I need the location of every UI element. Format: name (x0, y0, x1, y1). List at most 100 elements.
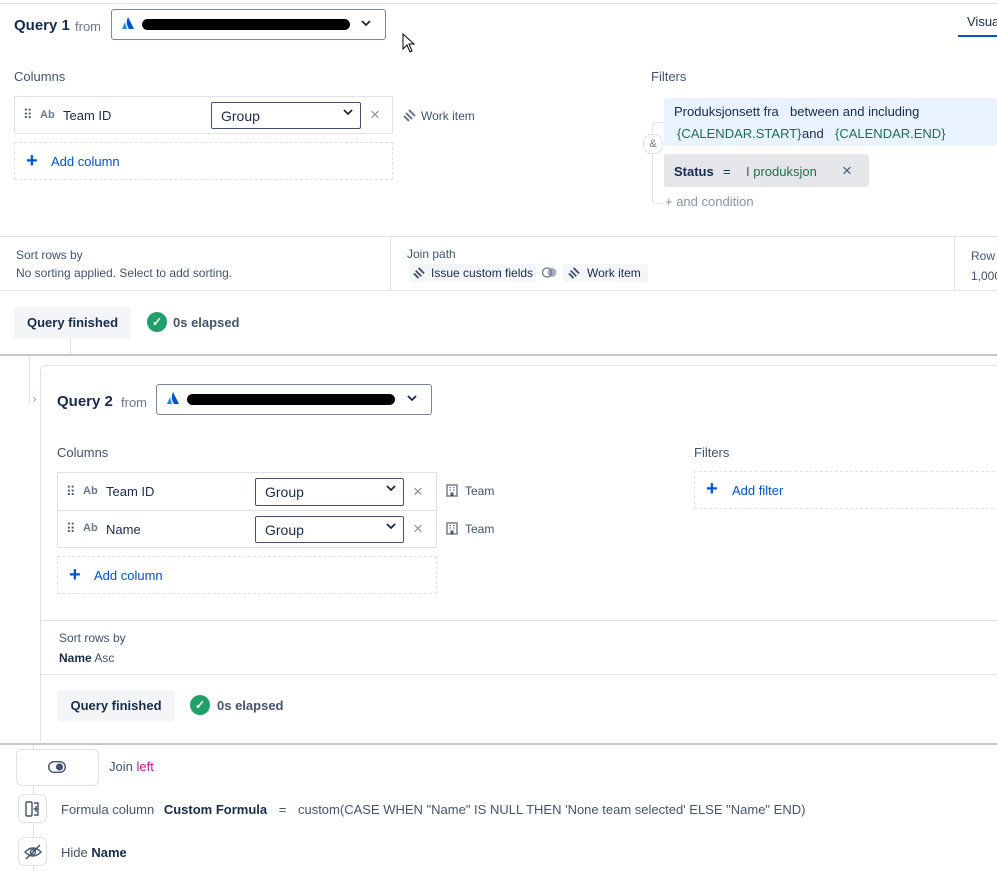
drag-handle-icon[interactable]: ⠿ (66, 484, 75, 500)
query2-filters-label: Filters (694, 445, 730, 460)
team-building-icon (446, 522, 458, 538)
query1-from-label: from (75, 19, 101, 34)
column-source: Team (465, 522, 495, 536)
chevron-right-icon[interactable]: › (33, 394, 36, 405)
filter-value: I produksjon (746, 164, 817, 179)
filter-joiner: and (802, 126, 824, 141)
filter-chip-date-range[interactable]: Produksjonsett fra between and including… (664, 98, 997, 146)
query1-source-select[interactable] (111, 9, 386, 40)
hide-step-text[interactable]: Hide Name (61, 845, 127, 860)
formula-step-icon[interactable] (18, 794, 47, 823)
aggregation-select[interactable]: Group (255, 478, 404, 506)
drag-handle-icon[interactable]: ⠿ (66, 521, 75, 537)
join-step-button[interactable] (16, 749, 99, 786)
join-path-item: Issue custom fields (431, 266, 534, 280)
jira-icon (413, 267, 425, 282)
query1-sort-label: Sort rows by (16, 248, 83, 262)
aggregation-select[interactable]: Group (255, 516, 404, 543)
filter-chip-status[interactable]: Status = I produksjon × (664, 154, 869, 187)
check-circle-icon: ✓ (147, 312, 167, 332)
divider (0, 290, 997, 291)
connector-line (70, 338, 71, 354)
divider (41, 674, 997, 675)
query2-column-row[interactable]: ⠿ Ab Name Group × (57, 510, 437, 548)
chevron-down-icon (386, 521, 396, 534)
query1-row-value[interactable]: 1,000 (971, 269, 997, 283)
formula-eq: = (278, 802, 287, 817)
query2-column-row[interactable]: ⠿ Ab Team ID Group × (57, 472, 437, 511)
cursor-icon (402, 32, 416, 56)
join-path-chip[interactable]: Issue custom fields (409, 264, 536, 282)
plus-icon: + (69, 564, 81, 586)
join-path-chip[interactable]: Work item (563, 264, 648, 282)
query2-sort-label: Sort rows by (59, 631, 126, 645)
query2-panel: Query 2 from Columns ⠿ Ab Team ID Group … (40, 365, 997, 742)
hide-label: Hide (61, 845, 88, 860)
query2-from-label: from (121, 395, 147, 410)
remove-column-close-icon[interactable]: × (370, 106, 380, 123)
query1-sort-text[interactable]: No sorting applied. Select to add sortin… (16, 266, 232, 280)
chevron-down-icon (360, 17, 372, 32)
text-type-icon: Ab (83, 522, 98, 534)
aggregation-select[interactable]: Group (211, 102, 361, 129)
eye-off-icon (24, 844, 42, 863)
query2-title: Query 2 (57, 393, 113, 410)
redacted-source-name (142, 19, 350, 30)
query2-columns-label: Columns (57, 445, 109, 460)
plus-icon: + (26, 150, 38, 172)
drag-handle-icon[interactable]: ⠿ (23, 107, 32, 123)
column-source: Work item (421, 109, 475, 123)
query1-elapsed: 0s elapsed (173, 315, 240, 330)
query2-add-filter-button[interactable]: + Add filter (694, 471, 997, 509)
check-circle-icon: ✓ (190, 695, 210, 715)
formula-label: Formula column (61, 802, 155, 817)
join-path-item: Work item (587, 266, 641, 280)
divider (41, 620, 997, 621)
aggregation-value: Group (265, 522, 304, 538)
sort-direction: Asc (94, 651, 115, 665)
remove-column-close-icon[interactable]: × (413, 483, 423, 500)
query2-elapsed: 0s elapsed (217, 698, 284, 713)
join-step-text: Join left (109, 759, 154, 774)
jira-icon (403, 109, 416, 125)
query1-columns-label: Columns (14, 69, 66, 84)
filter-and-operator[interactable]: & (643, 134, 663, 154)
column-name: Team ID (63, 108, 112, 123)
remove-filter-close-icon[interactable]: × (842, 162, 852, 179)
add-column-label: Add column (94, 568, 163, 583)
text-type-icon: Ab (40, 109, 55, 121)
hide-field: Name (91, 845, 127, 860)
divider (954, 236, 955, 290)
sort-field: Name (59, 651, 92, 665)
add-and-condition[interactable]: + and condition (665, 194, 754, 209)
team-building-icon (446, 484, 458, 500)
tab-visual[interactable]: Visua (967, 14, 997, 29)
tab-visual-underline (958, 35, 997, 37)
atlassian-logo-icon (121, 16, 135, 33)
join-type[interactable]: left (136, 759, 153, 774)
chevron-down-icon (386, 483, 396, 496)
query2-sort-value[interactable]: Name Asc (59, 651, 114, 665)
query2-source-select[interactable] (156, 384, 432, 415)
formula-expression: custom(CASE WHEN "Name" IS NULL THEN 'No… (297, 802, 806, 817)
divider (0, 354, 997, 356)
filter-field: Status (674, 164, 714, 179)
remove-column-close-icon[interactable]: × (413, 520, 423, 537)
query1-column-row[interactable]: ⠿ Ab Team ID Group × (14, 96, 393, 134)
filter-end-value: {CALENDAR.END} (835, 126, 946, 141)
column-name: Team ID (106, 484, 155, 499)
column-name: Name (106, 522, 141, 537)
hide-step-icon[interactable] (18, 837, 47, 866)
aggregation-value: Group (265, 484, 304, 500)
formula-icon (25, 801, 41, 820)
query2-add-column-button[interactable]: + Add column (57, 556, 437, 594)
divider (0, 236, 997, 237)
top-divider (0, 3, 997, 4)
query1-add-column-button[interactable]: + Add column (14, 142, 393, 180)
query1-finished-button[interactable]: Query finished (14, 307, 131, 339)
query1-join-label: Join path (407, 247, 456, 261)
formula-step-text[interactable]: Formula column Custom Formula = custom(C… (61, 802, 805, 817)
atlassian-logo-icon (166, 391, 180, 408)
query1-title: Query 1 (14, 17, 70, 34)
query2-finished-button[interactable]: Query finished (57, 690, 175, 722)
